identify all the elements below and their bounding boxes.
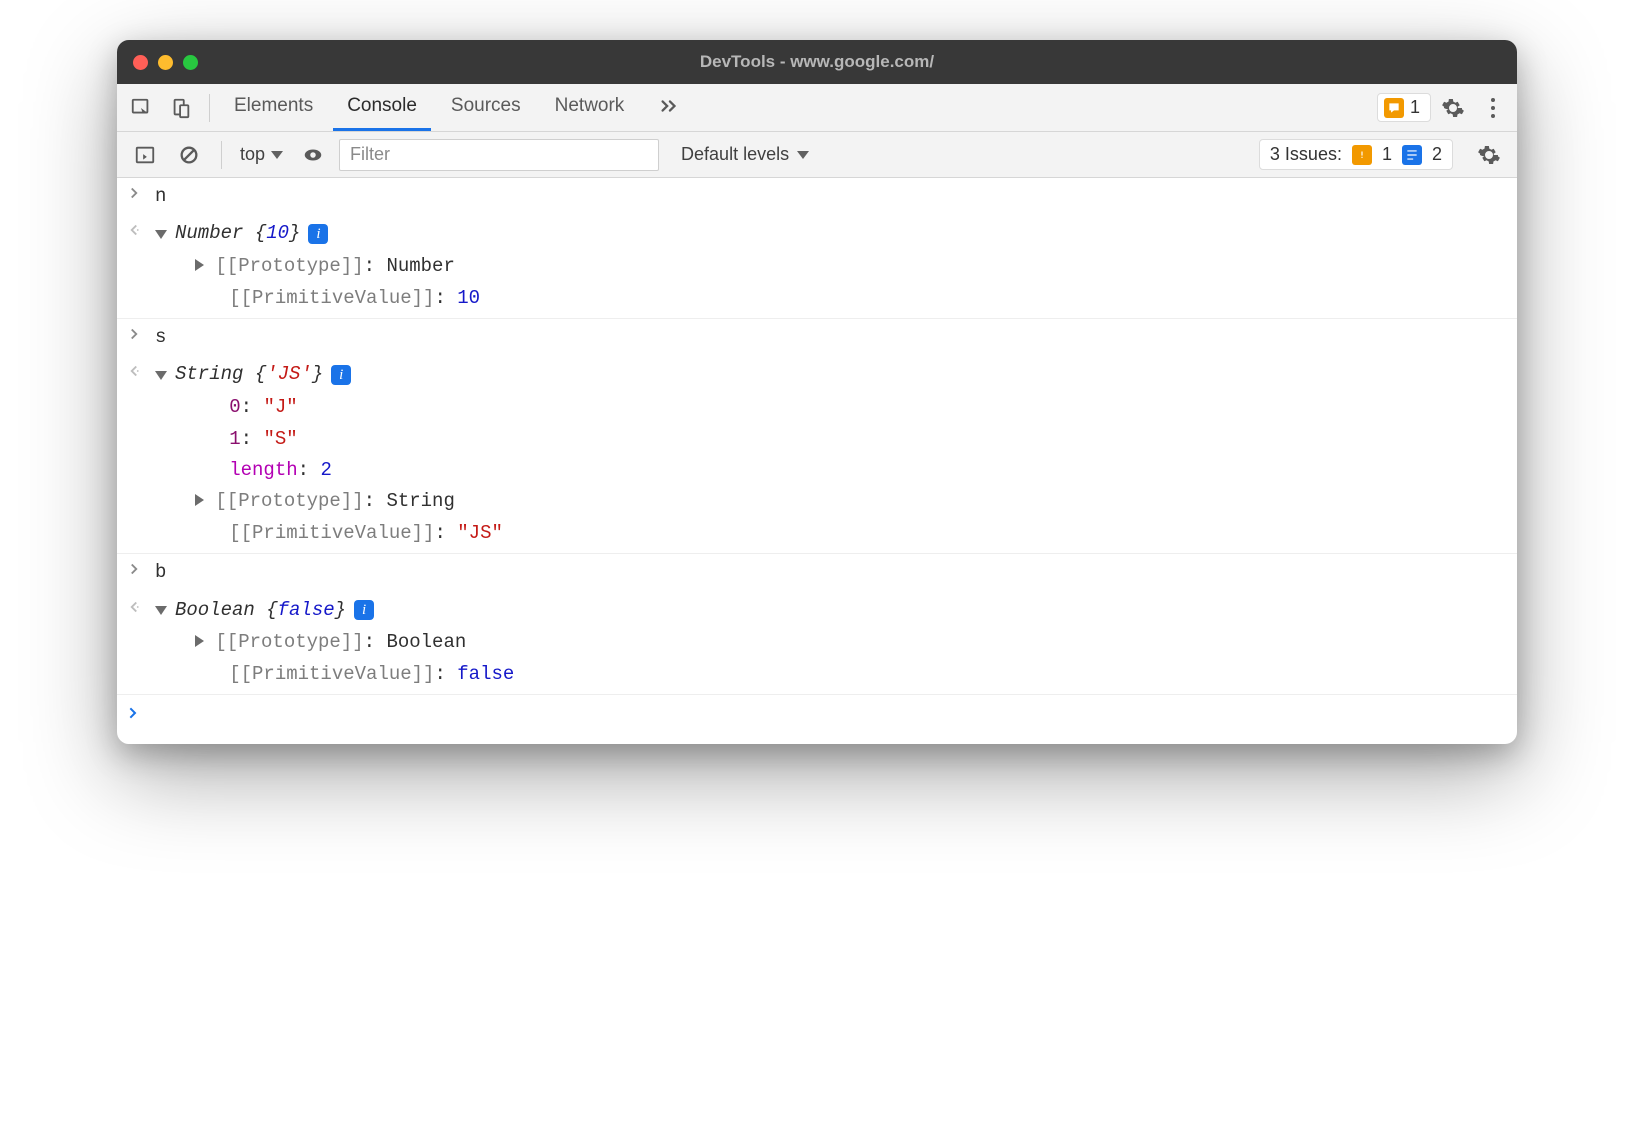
console-input-row[interactable]: s (117, 319, 1517, 356)
object-summary-value: 10 (266, 222, 289, 244)
levels-label: Default levels (681, 144, 789, 165)
console-input-row[interactable]: n (117, 178, 1517, 215)
minimize-window-button[interactable] (158, 55, 173, 70)
output-caret-icon (123, 360, 145, 380)
property-row[interactable]: 1: "S" (195, 424, 1507, 455)
divider (221, 141, 222, 169)
input-text: b (155, 558, 1507, 587)
issues-info-count: 2 (1432, 144, 1442, 165)
warning-count: 1 (1410, 97, 1420, 118)
live-expression-icon[interactable] (295, 137, 331, 173)
expand-toggle-icon[interactable] (195, 635, 204, 647)
tabs-bar: Elements Console Sources Network 1 (117, 84, 1517, 132)
object-header[interactable]: String {'JS'} i (155, 360, 351, 389)
object-header[interactable]: Number {10} i (155, 219, 328, 248)
property-row[interactable]: [[Prototype]]: Boolean (195, 627, 1507, 658)
console-prompt[interactable] (117, 695, 1517, 744)
expand-toggle-icon[interactable] (155, 606, 167, 615)
panel-tabs: Elements Console Sources Network (220, 84, 694, 131)
settings-icon[interactable] (1435, 90, 1471, 126)
titlebar: DevTools - www.google.com/ (117, 40, 1517, 84)
issues-badge[interactable]: 3 Issues: 1 2 (1259, 139, 1453, 170)
expand-toggle-icon[interactable] (155, 371, 167, 380)
property-row[interactable]: [[PrimitiveValue]]: "JS" (195, 518, 1507, 549)
tab-elements[interactable]: Elements (220, 84, 327, 131)
object-type: String (175, 363, 243, 385)
info-icon (1402, 145, 1422, 165)
property-row[interactable]: [[PrimitiveValue]]: 10 (195, 283, 1507, 314)
inspect-element-icon[interactable] (123, 90, 159, 126)
info-badge-icon[interactable]: i (308, 224, 328, 244)
property-row[interactable]: 0: "J" (195, 392, 1507, 423)
tab-sources[interactable]: Sources (437, 84, 535, 131)
warning-icon (1384, 98, 1404, 118)
chevron-down-icon (271, 151, 283, 159)
input-text: n (155, 182, 1507, 211)
more-menu-icon[interactable] (1475, 90, 1511, 126)
zoom-window-button[interactable] (183, 55, 198, 70)
object-type: Boolean (175, 599, 255, 621)
context-selector[interactable]: top (236, 140, 287, 169)
divider (209, 94, 210, 122)
log-levels-selector[interactable]: Default levels (681, 144, 809, 165)
property-row[interactable]: [[Prototype]]: Number (195, 251, 1507, 282)
context-label: top (240, 144, 265, 165)
property-row[interactable]: length: 2 (195, 455, 1507, 486)
console-settings-icon[interactable] (1471, 137, 1507, 173)
console-output: n Number {10} i [[Prototype]]: Number [[… (117, 178, 1517, 744)
console-output-row[interactable]: Boolean {false} i [[Prototype]]: Boolean… (117, 592, 1517, 696)
close-window-button[interactable] (133, 55, 148, 70)
expand-toggle-icon[interactable] (195, 494, 204, 506)
window-title: DevTools - www.google.com/ (117, 52, 1517, 72)
warning-icon (1352, 145, 1372, 165)
info-badge-icon[interactable]: i (331, 365, 351, 385)
input-text: s (155, 323, 1507, 352)
info-badge-icon[interactable]: i (354, 600, 374, 620)
console-toolbar: top Default levels 3 Issues: 1 2 (117, 132, 1517, 178)
expand-toggle-icon[interactable] (195, 259, 204, 271)
prompt-caret-icon (125, 701, 141, 732)
input-caret-icon (123, 323, 145, 343)
chevron-down-icon (797, 151, 809, 159)
issues-warning-count: 1 (1382, 144, 1392, 165)
warning-badge[interactable]: 1 (1377, 93, 1431, 122)
toggle-sidebar-icon[interactable] (127, 137, 163, 173)
tab-network[interactable]: Network (541, 84, 639, 131)
object-summary-value: false (278, 599, 335, 621)
property-row[interactable]: [[PrimitiveValue]]: false (195, 659, 1507, 690)
window-controls (117, 55, 198, 70)
input-caret-icon (123, 182, 145, 202)
more-tabs-icon[interactable] (644, 84, 694, 131)
devtools-window: DevTools - www.google.com/ Elements Cons… (117, 40, 1517, 744)
object-type: Number (175, 222, 243, 244)
object-properties: [[Prototype]]: Number [[PrimitiveValue]]… (155, 251, 1507, 314)
input-caret-icon (123, 558, 145, 578)
object-properties: 0: "J" 1: "S" length: 2 [[Prototype]]: S… (155, 392, 1507, 549)
device-toggle-icon[interactable] (163, 90, 199, 126)
output-caret-icon (123, 596, 145, 616)
expand-toggle-icon[interactable] (155, 230, 167, 239)
tab-console[interactable]: Console (333, 84, 431, 131)
output-caret-icon (123, 219, 145, 239)
issues-label: 3 Issues: (1270, 144, 1342, 165)
object-summary-value: 'JS' (266, 363, 312, 385)
console-input-row[interactable]: b (117, 554, 1517, 591)
property-row[interactable]: [[Prototype]]: String (195, 486, 1507, 517)
console-output-row[interactable]: Number {10} i [[Prototype]]: Number [[Pr… (117, 215, 1517, 319)
object-header[interactable]: Boolean {false} i (155, 596, 374, 625)
clear-console-icon[interactable] (171, 137, 207, 173)
filter-input[interactable] (339, 139, 659, 171)
object-properties: [[Prototype]]: Boolean [[PrimitiveValue]… (155, 627, 1507, 690)
console-output-row[interactable]: String {'JS'} i 0: "J" 1: "S" length: 2 … (117, 356, 1517, 554)
